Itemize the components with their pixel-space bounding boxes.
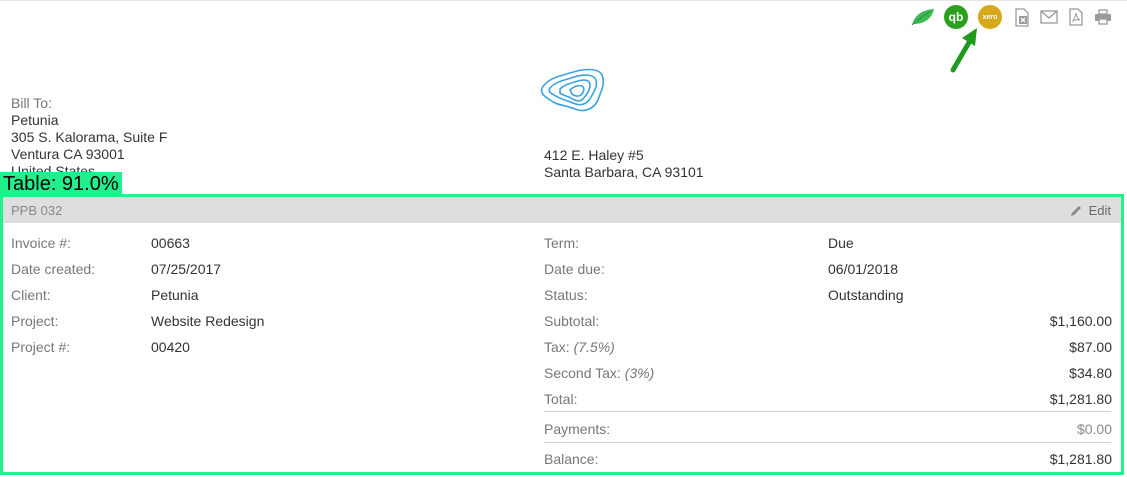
excel-icon[interactable] — [1012, 7, 1032, 27]
pdf-icon[interactable] — [1066, 7, 1086, 27]
table-detection-label: Table: 91.0% — [0, 172, 122, 196]
company-address-line2: Santa Barbara, CA 93101 — [544, 164, 704, 180]
annotation-arrow-icon — [950, 28, 977, 73]
client-name: Petunia — [11, 112, 59, 128]
export-toolbar: qb xero — [910, 5, 1113, 29]
client-address-line1: 305 S. Kalorama, Suite F — [11, 129, 168, 145]
leaf-icon[interactable] — [910, 6, 936, 28]
table-detection-box — [0, 194, 1124, 475]
company-address: 412 E. Haley #5 Santa Barbara, CA 93101 — [544, 147, 704, 181]
xero-icon[interactable]: xero — [978, 5, 1002, 29]
bill-to-block: Bill To: Petunia 305 S. Kalorama, Suite … — [11, 95, 167, 180]
company-address-line1: 412 E. Haley #5 — [544, 147, 644, 163]
bill-to-label: Bill To: — [11, 95, 52, 111]
print-icon[interactable] — [1093, 7, 1113, 27]
client-address-line2: Ventura CA 93001 — [11, 146, 125, 162]
top-rule — [0, 0, 1127, 1]
company-logo-icon — [540, 68, 605, 112]
email-icon[interactable] — [1039, 7, 1059, 27]
